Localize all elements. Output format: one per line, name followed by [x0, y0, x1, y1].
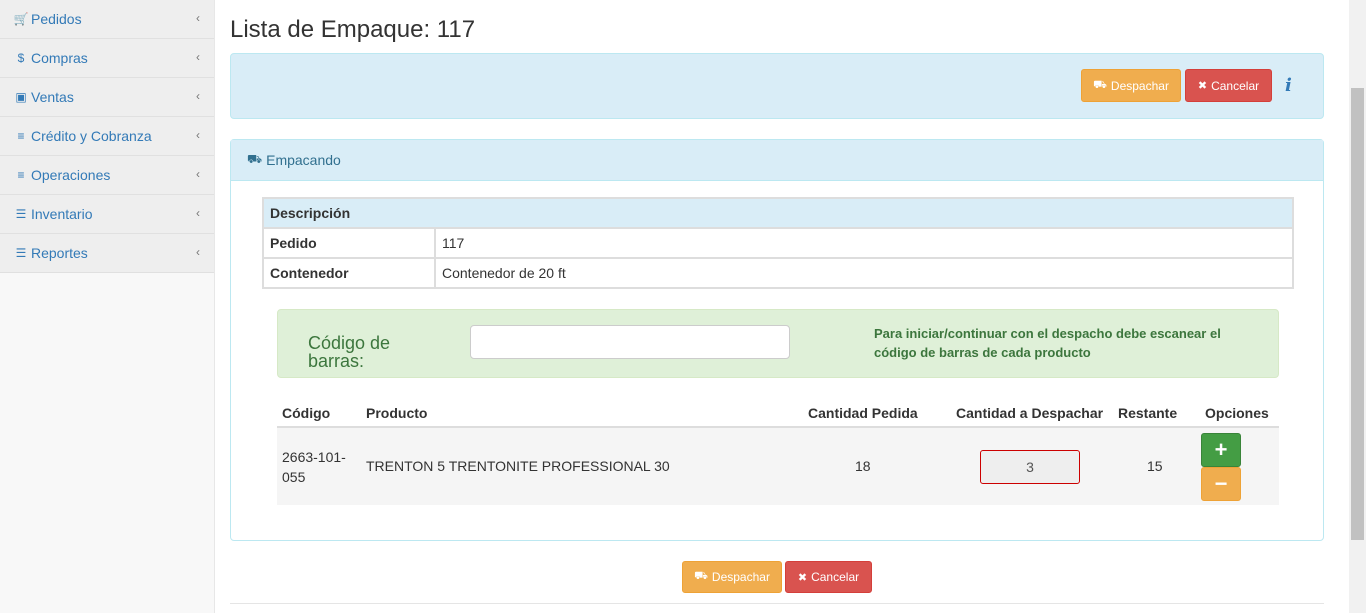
barcode-input[interactable]	[470, 325, 790, 359]
column-header: Cantidad a Despachar	[956, 405, 1104, 421]
cantidad-pedida: 18	[855, 458, 871, 474]
cantidad-despachar-input[interactable]	[980, 450, 1080, 484]
despachar-label: Despachar	[1110, 78, 1169, 93]
sidebar-item-ventas[interactable]: ▣ Ventas ‹	[0, 78, 214, 117]
chevron-left-icon: ‹	[196, 245, 200, 259]
sidebar-item-credito-cobranza[interactable]: ≡ Crédito y Cobranza ‹	[0, 117, 214, 156]
cancelar-label: Cancelar	[811, 570, 860, 584]
list-icon: ☰	[15, 207, 27, 221]
truck-icon: ⛟	[1093, 78, 1107, 91]
description-table: Descripción Pedido 117 Contenedor Conten…	[262, 197, 1294, 289]
sidebar-item-label: Reportes	[31, 245, 88, 261]
panel-heading: ⛟ Empacando	[231, 140, 1323, 181]
sidebar-item-label: Ventas	[31, 89, 74, 105]
shopping-cart-icon: 🛒	[13, 12, 29, 26]
description-key: Contenedor	[262, 257, 436, 289]
sidebar-item-compras[interactable]: $ Compras ‹	[0, 39, 214, 78]
chevron-left-icon: ‹	[196, 50, 200, 64]
chevron-left-icon: ‹	[196, 128, 200, 142]
chevron-left-icon: ‹	[196, 89, 200, 103]
money-icon: ▣	[15, 90, 27, 104]
scrollbar-thumb[interactable]	[1351, 88, 1364, 540]
truck-icon: ⛟	[694, 570, 708, 582]
sidebar-item-label: Operaciones	[31, 167, 111, 183]
description-key: Pedido	[262, 227, 436, 259]
sidebar-item-inventario[interactable]: ☰ Inventario ‹	[0, 195, 214, 234]
list-icon: ☰	[15, 246, 27, 260]
cancelar-button[interactable]: ✖ Cancelar	[1185, 69, 1272, 102]
cancelar-label: Cancelar	[1211, 78, 1260, 93]
sidebar-item-operaciones[interactable]: ≡ Operaciones ‹	[0, 156, 214, 195]
sliders-icon: ≡	[17, 168, 25, 182]
column-header: Producto	[366, 405, 428, 421]
barcode-help-text: Para iniciar/continuar con el despacho d…	[874, 326, 1221, 360]
sidebar-item-label: Compras	[31, 50, 88, 66]
cancelar-button[interactable]: ✖ Cancelar	[785, 561, 872, 593]
sidebar-item-label: Crédito y Cobranza	[31, 128, 152, 144]
info-icon[interactable]: i	[1285, 75, 1299, 96]
page-title: Lista de Empaque: 117	[230, 16, 476, 43]
despachar-label: Despachar	[711, 570, 770, 584]
barcode-box: Código de barras: Para iniciar/continuar…	[277, 309, 1279, 378]
chevron-left-icon: ‹	[196, 11, 200, 25]
products-header: Código Producto Cantidad Pedida Cantidad…	[277, 398, 1279, 428]
close-icon: ✖	[797, 571, 808, 584]
column-header: Cantidad Pedida	[808, 405, 918, 421]
sliders-icon: ≡	[17, 129, 25, 143]
close-icon: ✖	[1197, 80, 1208, 92]
products-table: Código Producto Cantidad Pedida Cantidad…	[277, 398, 1279, 505]
divider	[230, 603, 1324, 604]
column-header: Opciones	[1205, 405, 1269, 421]
product-name: TRENTON 5 TRENTONITE PROFESSIONAL 30	[366, 458, 670, 474]
table-row: Pedido 117	[262, 227, 1294, 259]
despachar-button[interactable]: ⛟ Despachar	[1081, 69, 1181, 102]
truck-icon: ⛟	[247, 152, 263, 166]
empacando-panel: ⛟ Empacando Descripción Pedido 117 Conte…	[230, 139, 1324, 541]
sidebar-item-reportes[interactable]: ☰ Reportes ‹	[0, 234, 214, 273]
description-header: Descripción	[262, 197, 1294, 229]
dollar-icon: $	[17, 51, 25, 65]
barcode-label: Código de barras:	[308, 333, 391, 371]
add-quantity-button[interactable]: +	[1201, 433, 1241, 467]
page-scrollbar[interactable]	[1349, 0, 1366, 613]
table-row: Contenedor Contenedor de 20 ft	[262, 257, 1294, 289]
chevron-left-icon: ‹	[196, 167, 200, 181]
despachar-button[interactable]: ⛟ Despachar	[682, 561, 782, 593]
description-value: 117	[434, 227, 1294, 259]
column-header: Código	[282, 405, 331, 421]
sidebar: 🛒 Pedidos ‹ $ Compras ‹ ▣ Ventas ‹ ≡ Cré…	[0, 0, 215, 613]
description-value: Contenedor de 20 ft	[434, 257, 1294, 289]
toolbar-panel: ⛟ Despachar ✖ Cancelar i	[230, 53, 1324, 119]
sidebar-item-label: Pedidos	[31, 11, 82, 27]
sidebar-item-label: Inventario	[31, 206, 93, 222]
restante: 15	[1147, 458, 1163, 474]
product-code: 2663-101-055	[282, 449, 346, 485]
chevron-left-icon: ‹	[196, 206, 200, 220]
sidebar-item-pedidos[interactable]: 🛒 Pedidos ‹	[0, 0, 214, 39]
panel-heading-label: Empacando	[266, 152, 341, 168]
table-row: 2663-101-055 TRENTON 5 TRENTONITE PROFES…	[277, 428, 1279, 505]
column-header: Restante	[1118, 405, 1178, 421]
subtract-quantity-button[interactable]: −	[1201, 467, 1241, 501]
